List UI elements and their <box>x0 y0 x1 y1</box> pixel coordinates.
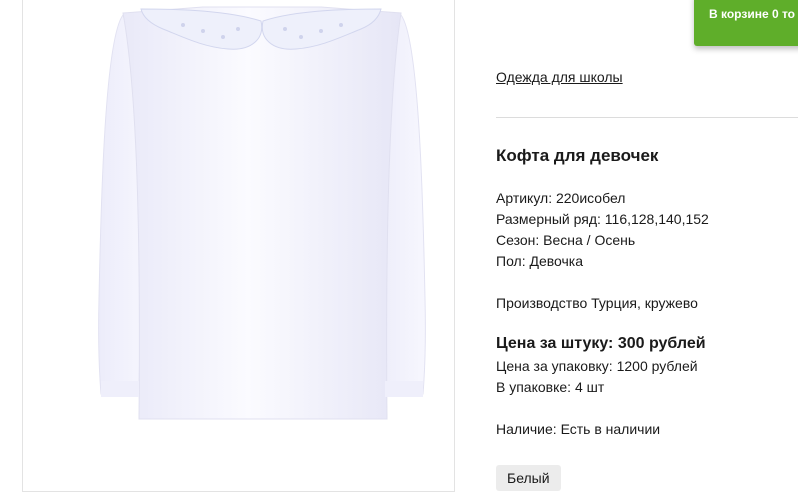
blouse-illustration <box>98 6 426 420</box>
product-article: Артикул: 220исобел <box>496 190 626 206</box>
pack-count: В упаковке: 4 шт <box>496 379 605 395</box>
availability-status: Наличие: Есть в наличии <box>496 421 661 437</box>
color-option-white[interactable]: Белый <box>496 465 561 491</box>
price-per-item: Цена за штуку: 300 рублей <box>496 335 706 352</box>
cart-status-badge[interactable]: В корзине 0 то <box>694 0 798 46</box>
product-gender: Пол: Девочка <box>496 253 584 269</box>
product-image[interactable] <box>22 0 455 492</box>
product-sizes: Размерный ряд: 116,128,140,152 <box>496 211 709 227</box>
product-season: Сезон: Весна / Осень <box>496 232 636 248</box>
price-per-pack: Цена за упаковку: 1200 рублей <box>496 358 698 374</box>
divider <box>496 117 798 118</box>
product-title: Кофта для девочек <box>496 146 659 165</box>
breadcrumb-category-link[interactable]: Одежда для школы <box>496 69 623 85</box>
product-production: Производство Турция, кружево <box>496 295 698 311</box>
